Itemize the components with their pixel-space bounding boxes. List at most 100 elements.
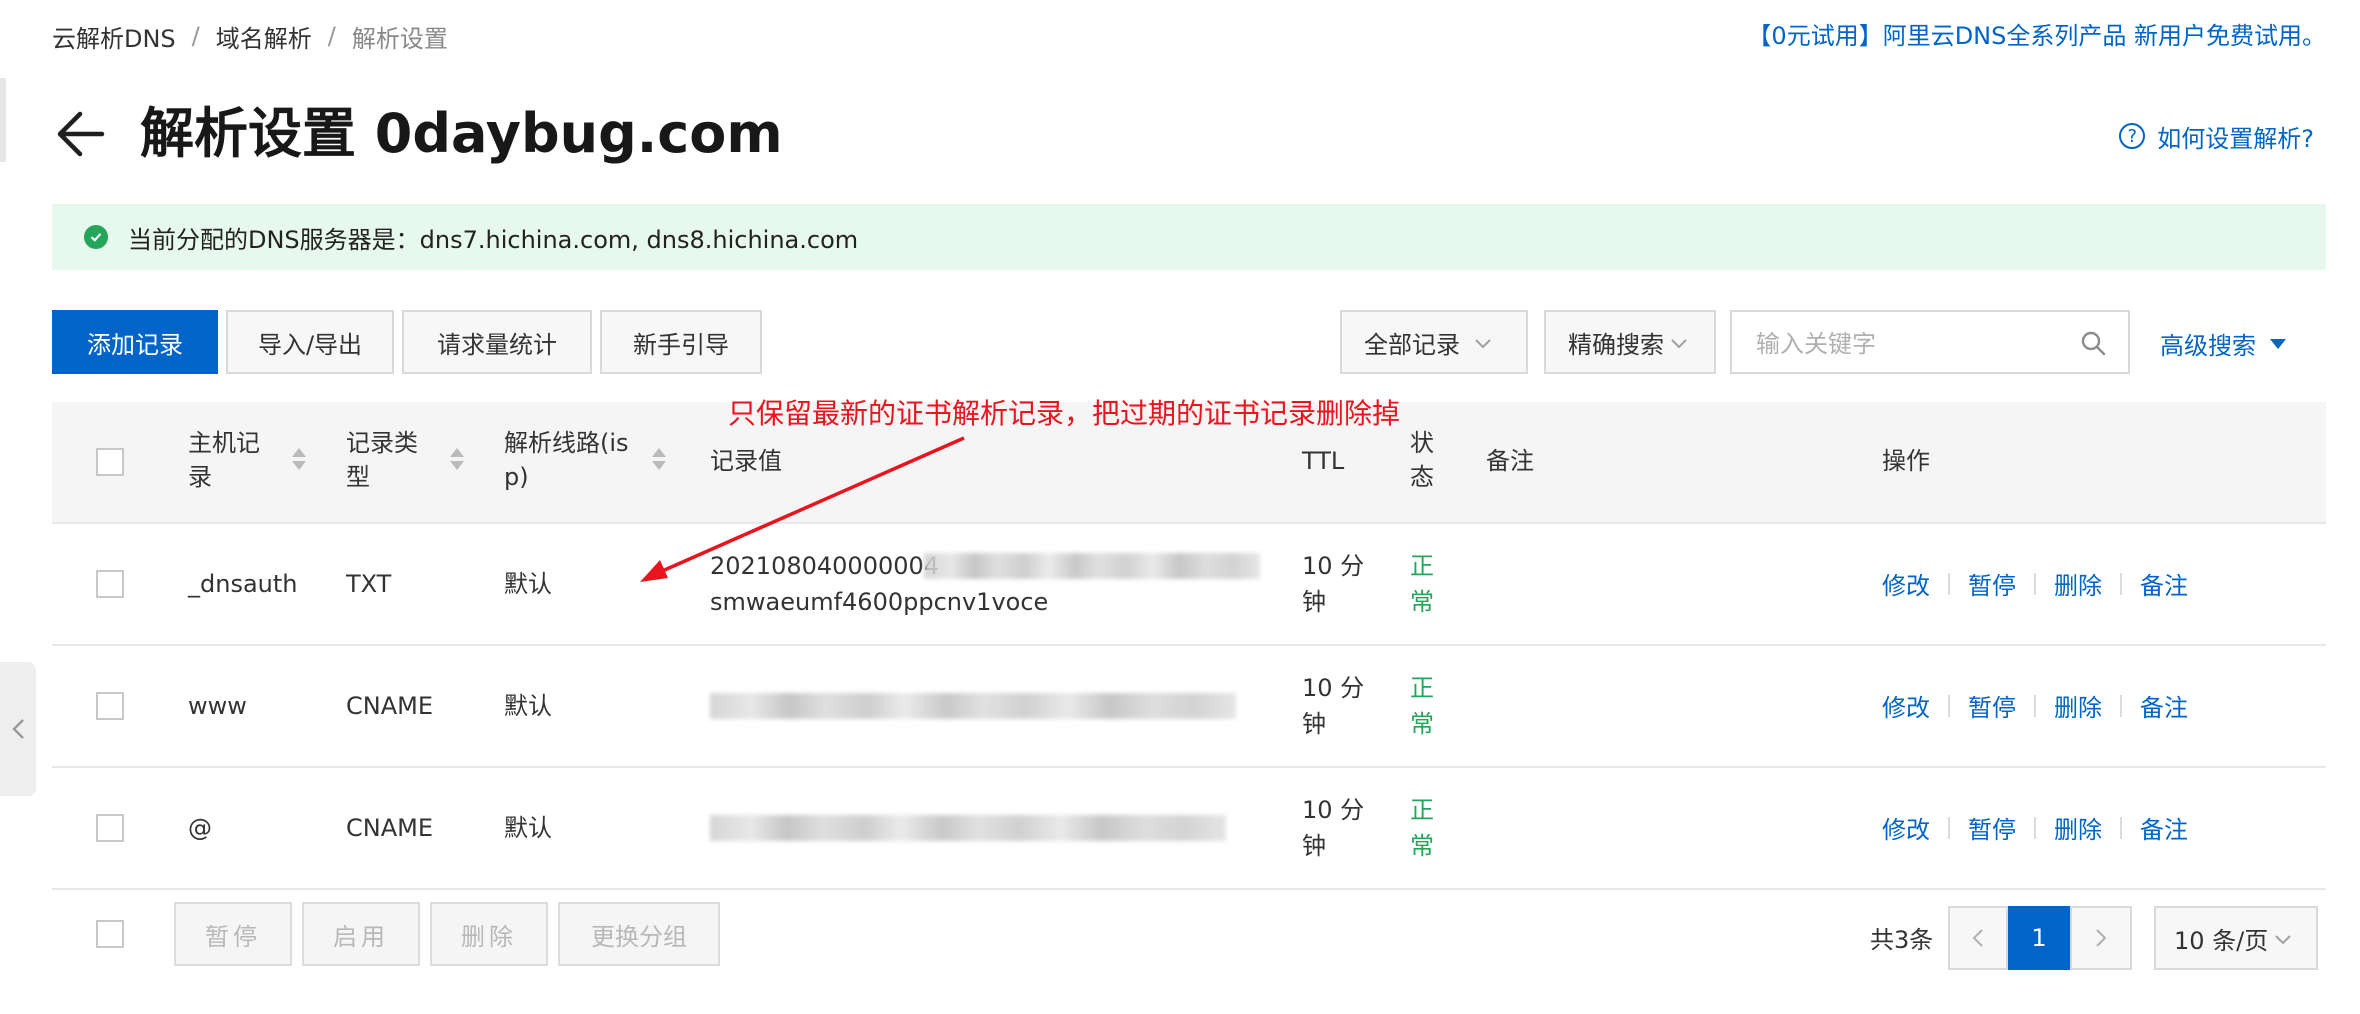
page-size-select[interactable]: 10 条/页 (2154, 906, 2318, 970)
column-header-remark: 备注 (1486, 447, 1534, 475)
page-size-value: 10 条/页 (2174, 926, 2269, 955)
add-record-button[interactable]: 添加记录 (52, 310, 218, 374)
record-status: 正常 (1410, 552, 1434, 616)
delete-link[interactable]: 删除 (2054, 566, 2102, 601)
column-header-ttl: TTL (1302, 447, 1345, 475)
record-line: 默认 (504, 570, 552, 598)
record-value-line1: 202108040000004 (710, 552, 940, 580)
back-button[interactable] (54, 104, 106, 164)
chevron-down-icon (1474, 328, 1492, 356)
sort-icon[interactable] (292, 448, 306, 470)
caret-down-icon (2270, 338, 2286, 349)
delete-link[interactable]: 删除 (2054, 810, 2102, 845)
row-actions: 修改 暂停 删除 备注 (1882, 566, 2188, 601)
column-header-actions: 操作 (1882, 447, 1930, 475)
import-export-button[interactable]: 导入/导出 (226, 310, 394, 374)
remark-link[interactable]: 备注 (2140, 566, 2188, 601)
record-value-line2: smwaeumf4600ppcnv1voce (710, 588, 1049, 616)
promo-link[interactable]: 【0元试用】阿里云DNS全系列产品 新用户免费试用。 (1747, 18, 2326, 54)
arrow-left-icon (57, 111, 105, 157)
bulk-enable-button[interactable]: 启用 (302, 902, 420, 966)
breadcrumb-separator: / (191, 22, 200, 50)
check-circle-icon (84, 225, 108, 249)
left-rail-marker (0, 78, 6, 162)
breadcrumb-item-dns[interactable]: 云解析DNS (52, 19, 176, 54)
help-link-label: 如何设置解析? (2157, 124, 2314, 153)
bulk-pause-button[interactable]: 暂停 (174, 902, 292, 966)
breadcrumb-item-current: 解析设置 (351, 24, 448, 53)
edit-link[interactable]: 修改 (1882, 688, 1930, 723)
record-type: CNAME (346, 692, 433, 720)
remark-link[interactable]: 备注 (2140, 810, 2188, 845)
dns-server-notice: 当前分配的DNS服务器是：dns7.hichina.com, dns8.hich… (52, 204, 2326, 270)
pause-link[interactable]: 暂停 (1968, 810, 2016, 845)
column-header-line: 解析线路(isp) (504, 429, 629, 491)
record-host: www (188, 692, 247, 720)
select-all-checkbox[interactable] (96, 448, 124, 476)
sort-icon[interactable] (450, 448, 464, 470)
row-checkbox[interactable] (96, 814, 124, 842)
bulk-delete-button[interactable]: 删除 (430, 902, 548, 966)
edit-link[interactable]: 修改 (1882, 566, 1930, 601)
redacted-value (710, 815, 1226, 841)
chevron-left-icon (1972, 929, 1983, 947)
breadcrumb-separator: / (327, 22, 336, 50)
beginner-guide-button[interactable]: 新手引导 (600, 310, 762, 374)
total-count: 共3条 (1870, 926, 1934, 954)
keyword-search-box (1730, 310, 2130, 374)
record-filter-select[interactable]: 全部记录 (1340, 310, 1528, 374)
chevron-left-icon (12, 719, 24, 739)
record-type: TXT (346, 570, 392, 598)
breadcrumb-item-domain-resolution[interactable]: 域名解析 (216, 19, 312, 54)
redacted-value (710, 693, 1236, 719)
remark-link[interactable]: 备注 (2140, 688, 2188, 723)
next-page-button[interactable] (2070, 906, 2132, 970)
table-row: @ CNAME 默认 10 分钟 正常 修改 暂停 删除 备注 (52, 768, 2326, 890)
chevron-right-icon (2096, 929, 2107, 947)
search-mode-select[interactable]: 精确搜索 (1544, 310, 1716, 374)
advanced-search-label: 高级搜索 (2160, 332, 2256, 360)
breadcrumb: 云解析DNS / 域名解析 / 解析设置 (52, 18, 448, 54)
row-checkbox[interactable] (96, 570, 124, 598)
column-header-type: 记录类型 (346, 429, 418, 491)
annotation-text: 只保留最新的证书解析记录，把过期的证书记录删除掉 (728, 397, 1401, 430)
record-host: _dnsauth (188, 570, 298, 598)
record-status: 正常 (1410, 796, 1434, 860)
advanced-search-link[interactable]: 高级搜索 (2160, 326, 2286, 361)
pause-link[interactable]: 暂停 (1968, 566, 2016, 601)
record-ttl: 10 分钟 (1302, 674, 1365, 738)
row-actions: 修改 暂停 删除 备注 (1882, 810, 2188, 845)
row-actions: 修改 暂停 删除 备注 (1882, 688, 2188, 723)
row-checkbox[interactable] (96, 692, 124, 720)
keyword-search-input[interactable] (1754, 326, 2078, 362)
pause-link[interactable]: 暂停 (1968, 688, 2016, 723)
record-status: 正常 (1410, 674, 1434, 738)
column-header-value: 记录值 (710, 447, 782, 475)
table-row: www CNAME 默认 10 分钟 正常 修改 暂停 删除 备注 (52, 646, 2326, 768)
search-mode-value: 精确搜索 (1568, 330, 1664, 359)
footer-select-all-checkbox[interactable] (96, 920, 124, 948)
record-host: @ (188, 814, 212, 842)
table-row: _dnsauth TXT 默认 202108040000004 smwaeumf… (52, 524, 2326, 646)
column-header-host: 主机记录 (188, 429, 260, 491)
help-link[interactable]: ? 如何设置解析? (2119, 118, 2314, 154)
delete-link[interactable]: 删除 (2054, 688, 2102, 723)
question-circle-icon: ? (2119, 123, 2146, 149)
sort-icon[interactable] (652, 448, 666, 470)
prev-page-button[interactable] (1948, 906, 2008, 970)
chevron-down-icon (1670, 328, 1688, 356)
record-filter-value: 全部记录 (1364, 330, 1460, 359)
notice-text: 当前分配的DNS服务器是：dns7.hichina.com, dns8.hich… (128, 225, 859, 254)
record-ttl: 10 分钟 (1302, 796, 1365, 860)
request-stats-button[interactable]: 请求量统计 (402, 310, 592, 374)
search-icon[interactable] (2080, 330, 2106, 356)
edit-link[interactable]: 修改 (1882, 810, 1930, 845)
sidebar-collapse-handle[interactable] (0, 662, 36, 796)
record-line: 默认 (504, 814, 552, 842)
page-1-button[interactable]: 1 (2008, 906, 2070, 970)
record-type: CNAME (346, 814, 433, 842)
redacted-value (924, 553, 1260, 579)
change-group-button[interactable]: 更换分组 (558, 902, 720, 966)
record-line: 默认 (504, 692, 552, 720)
record-ttl: 10 分钟 (1302, 552, 1365, 616)
